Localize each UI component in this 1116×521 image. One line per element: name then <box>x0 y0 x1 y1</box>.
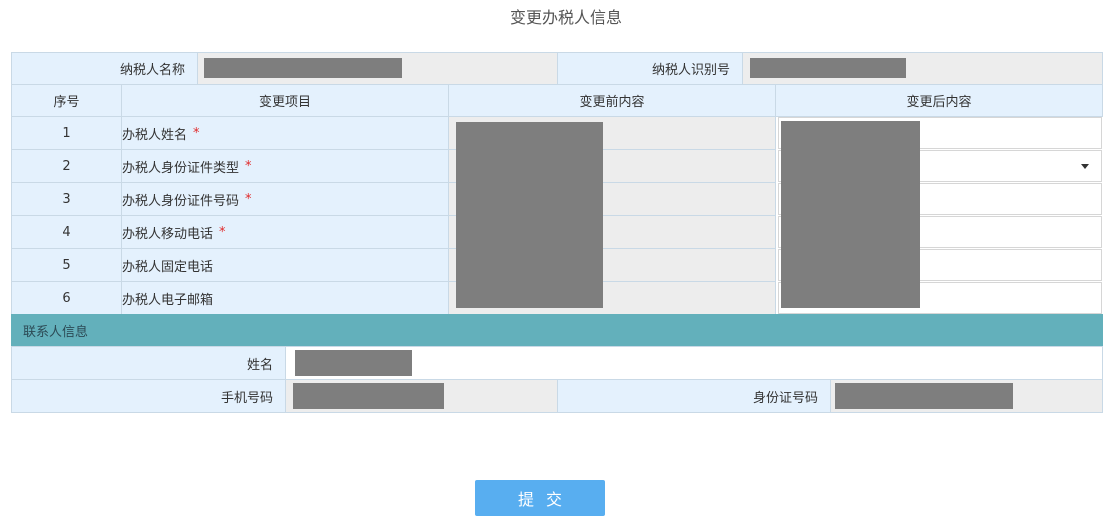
redacted-after-content <box>781 121 920 308</box>
table-row-item: 办税人身份证件号码 * <box>121 182 449 216</box>
contact-section-header: 联系人信息 <box>11 314 1103 347</box>
column-header-before: 变更前内容 <box>448 84 776 117</box>
row-item-label: 办税人姓名 <box>122 127 188 143</box>
required-mark: * <box>245 158 252 174</box>
table-row-item: 办税人移动电话 * <box>121 215 449 249</box>
redacted-contact-id <box>835 383 1013 409</box>
row-item-label: 办税人固定电话 <box>122 259 214 275</box>
redacted-contact-name <box>295 350 412 376</box>
column-header-no-text: 序号 <box>53 95 80 110</box>
table-row-no: 5 <box>11 248 122 282</box>
column-header-after-text: 变更后内容 <box>906 95 972 110</box>
row-item-label: 办税人身份证件号码 <box>122 193 240 209</box>
table-row-item: 办税人电子邮箱 <box>121 281 449 315</box>
column-header-item-text: 变更项目 <box>258 95 311 110</box>
table-row-no: 3 <box>11 182 122 216</box>
table-row-no: 2 <box>11 149 122 183</box>
redacted-taxpayer-id <box>750 58 906 78</box>
required-mark: * <box>193 125 200 141</box>
taxpayer-id-label-cell: 纳税人识别号 <box>557 52 743 85</box>
column-header-no: 序号 <box>11 84 122 117</box>
taxpayer-name-label-cell: 纳税人名称 <box>11 52 198 85</box>
taxpayer-name-label: 纳税人名称 <box>119 63 185 78</box>
redacted-contact-phone <box>293 383 444 409</box>
column-header-item: 变更项目 <box>121 84 449 117</box>
page-title: 变更办税人信息 <box>509 8 622 27</box>
table-row-no: 1 <box>11 116 122 150</box>
column-header-before-text: 变更前内容 <box>579 95 645 110</box>
table-row-no: 4 <box>11 215 122 249</box>
row-number: 1 <box>62 125 71 141</box>
contact-id-label-cell: 身份证号码 <box>557 379 831 413</box>
table-row-no: 6 <box>11 281 122 315</box>
table-row-item: 办税人身份证件类型 * <box>121 149 449 183</box>
row-item-label: 办税人身份证件类型 <box>122 160 240 176</box>
contact-phone-label-cell: 手机号码 <box>11 379 286 413</box>
contact-phone-label: 手机号码 <box>220 390 273 406</box>
taxpayer-id-label: 纳税人识别号 <box>651 63 730 78</box>
column-header-after: 变更后内容 <box>775 84 1103 117</box>
required-mark: * <box>245 191 252 207</box>
contact-id-label: 身份证号码 <box>752 390 818 406</box>
submit-button[interactable]: 提交 <box>475 480 605 516</box>
chevron-down-icon[interactable] <box>1081 164 1089 169</box>
row-number: 5 <box>62 257 71 273</box>
row-number: 4 <box>62 224 71 240</box>
row-number: 3 <box>62 191 71 207</box>
row-item-label: 办税人移动电话 <box>122 226 214 242</box>
required-mark: * <box>219 224 226 240</box>
redacted-before-content <box>456 122 603 308</box>
contact-name-label-cell: 姓名 <box>11 346 286 380</box>
row-number: 2 <box>62 158 71 174</box>
contact-section-title: 联系人信息 <box>23 325 89 340</box>
row-number: 6 <box>62 290 71 306</box>
row-item-label: 办税人电子邮箱 <box>122 292 214 308</box>
table-row-item: 办税人固定电话 <box>121 248 449 282</box>
table-row-item: 办税人姓名 * <box>121 116 449 150</box>
redacted-taxpayer-name <box>204 58 402 78</box>
contact-name-label: 姓名 <box>246 357 273 373</box>
